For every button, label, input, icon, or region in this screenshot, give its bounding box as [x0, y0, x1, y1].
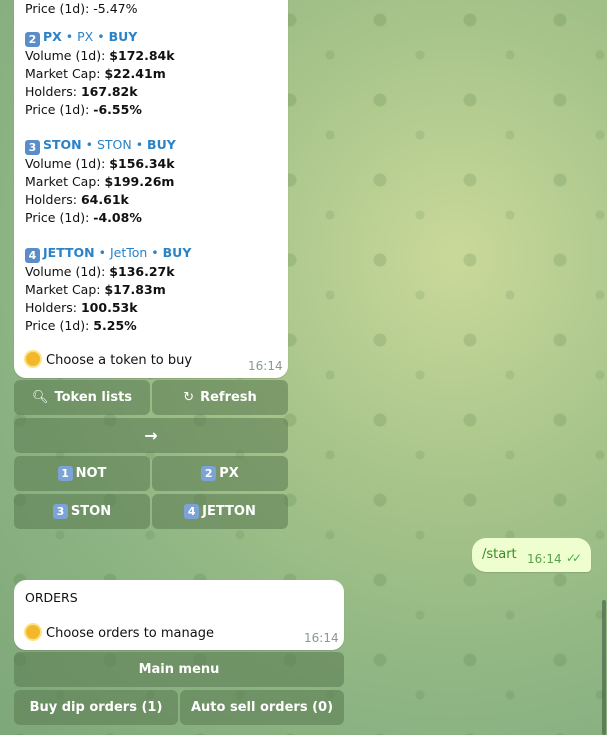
token-list-message: Price (1d): -5.47% 2 PX • PX • BUY Volume… [14, 0, 288, 378]
token-market-cap: Market Cap: $22.41m [25, 66, 166, 81]
token-name-link[interactable]: STON [43, 137, 82, 152]
orders-message: ORDERS Choose orders to manage 16:14 [14, 580, 344, 650]
refresh-icon: ↻ [183, 390, 195, 405]
outgoing-message: /start 16:14 ✓✓ [472, 538, 591, 572]
scrollbar-thumb[interactable] [602, 600, 606, 735]
buy-link[interactable]: BUY [147, 137, 176, 152]
chat-scrollbar[interactable] [601, 0, 607, 735]
token-footer: Choose a token to buy [26, 352, 192, 368]
number-badge: 1 [57, 466, 73, 481]
refresh-button[interactable]: ↻ Refresh [152, 380, 288, 415]
token-symbol-link[interactable]: STON [97, 137, 132, 152]
token-price: Price (1d): -4.08% [25, 210, 142, 225]
buy-link[interactable]: BUY [163, 245, 192, 260]
token-entry-jetton: 4 JETTON • JetTon • BUY Volume (1d): $136… [25, 244, 191, 335]
search-icon: 🔍︎ [31, 390, 49, 405]
token-header: 2 PX • PX • BUY [25, 28, 175, 47]
next-page-button[interactable]: → [14, 418, 288, 453]
token-price: Price (1d): -6.55% [25, 102, 142, 117]
read-checkmarks-icon: ✓✓ [566, 551, 582, 565]
token-lists-button[interactable]: 🔍︎ Token lists [14, 380, 150, 415]
separator: • [93, 29, 109, 44]
orders-title: ORDERS [25, 590, 78, 605]
token-partial-price: Price (1d): -5.47% [25, 1, 138, 16]
separator: • [61, 29, 78, 44]
buy-not-button[interactable]: 1 NOT [14, 456, 150, 491]
token-entry-ston: 3 STON • STON • BUY Volume (1d): $156.34k… [25, 136, 176, 227]
separator: • [131, 137, 148, 152]
sun-icon [26, 352, 40, 366]
token-price: Price (1d): 5.25% [25, 318, 137, 333]
token-symbol-link[interactable]: JetTon [110, 245, 147, 260]
token-market-cap: Market Cap: $17.83m [25, 282, 166, 297]
token-entry-px: 2 PX • PX • BUY Volume (1d): $172.84k Mar… [25, 28, 175, 119]
message-time: 16:14 [304, 631, 339, 645]
main-menu-button[interactable]: Main menu [14, 652, 344, 687]
message-time: 16:14 [248, 359, 283, 373]
sun-icon [26, 625, 40, 639]
token-volume: Volume (1d): $136.27k [25, 264, 175, 279]
separator: • [81, 137, 97, 152]
orders-footer: Choose orders to manage [26, 625, 214, 641]
number-badge: 2 [25, 32, 40, 47]
buy-ston-button[interactable]: 3 STON [14, 494, 150, 529]
token-volume: Volume (1d): $156.34k [25, 156, 175, 171]
number-badge: 4 [184, 504, 200, 519]
token-holders: Holders: 100.53k [25, 300, 138, 315]
token-name-link[interactable]: JETTON [43, 245, 95, 260]
token-header: 3 STON • STON • BUY [25, 136, 176, 155]
number-badge: 3 [52, 504, 68, 519]
token-holders: Holders: 167.82k [25, 84, 138, 99]
message-time: 16:14 [527, 552, 562, 566]
token-holders: Holders: 64.61k [25, 192, 129, 207]
buy-jetton-button[interactable]: 4 JETTON [152, 494, 288, 529]
token-symbol-link[interactable]: PX [77, 29, 93, 44]
number-badge: 2 [201, 466, 217, 481]
token-name-link[interactable]: PX [43, 29, 62, 44]
number-badge: 4 [25, 248, 40, 263]
token-market-cap: Market Cap: $199.26m [25, 174, 175, 189]
number-badge: 3 [25, 140, 40, 155]
token-volume: Volume (1d): $172.84k [25, 48, 175, 63]
auto-sell-orders-button[interactable]: Auto sell orders (0) [180, 690, 344, 725]
buy-px-button[interactable]: 2 PX [152, 456, 288, 491]
separator: • [147, 245, 163, 260]
separator: • [94, 245, 110, 260]
start-command-link[interactable]: /start [482, 547, 517, 562]
token-header: 4 JETTON • JetTon • BUY [25, 244, 191, 263]
buy-dip-orders-button[interactable]: Buy dip orders (1) [14, 690, 178, 725]
buy-link[interactable]: BUY [109, 29, 138, 44]
